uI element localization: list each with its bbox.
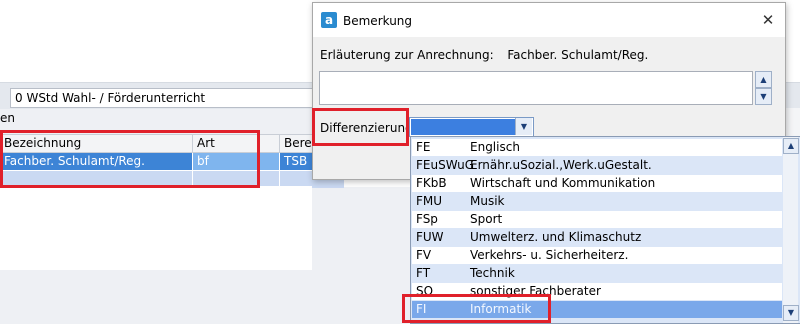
scroll-down-icon[interactable]: ▼ <box>783 305 799 321</box>
dropdown-scrollbar[interactable]: ▲ ▼ <box>783 137 799 323</box>
grid-empty-area <box>0 186 312 270</box>
list-item[interactable]: FT Technik <box>412 265 782 282</box>
grid-cell-bezeichnung[interactable]: Fachber. Schulamt/Reg. <box>0 153 192 170</box>
app-logo-icon: a <box>321 12 337 28</box>
dialog-title: Bemerkung <box>343 14 413 28</box>
hint-label: Erläuterung zur Anrechnung: Fachber. Sch… <box>320 47 648 63</box>
close-icon[interactable]: ✕ <box>757 9 779 31</box>
chevron-down-icon[interactable]: ▼ <box>515 118 532 135</box>
list-item[interactable]: FSp Sport <box>412 211 782 228</box>
list-item-selected[interactable]: FI Informatik <box>412 301 782 318</box>
bemerkung-textarea[interactable] <box>319 71 753 105</box>
column-header-bezeichnung[interactable]: Bezeichnung <box>0 135 193 153</box>
list-item[interactable]: FV Verkehrs- u. Sicherheiterz. <box>412 247 782 264</box>
list-item[interactable]: FMU Musik <box>412 193 782 210</box>
scroll-up-icon[interactable]: ▲ <box>783 138 799 154</box>
differenzierung-combobox[interactable]: ▼ <box>409 117 534 137</box>
combobox-selection[interactable] <box>411 119 515 135</box>
grid-cell-art[interactable]: bf <box>193 153 279 170</box>
list-item[interactable]: FUW Umwelterz. und Klimaschutz <box>412 229 782 246</box>
list-item[interactable]: FKbB Wirtschaft und Kommunikation <box>412 175 782 192</box>
wstd-field[interactable]: 0 WStd Wahl- / Förderunterricht <box>10 88 316 108</box>
column-header-art[interactable]: Art <box>193 135 280 153</box>
differenzierung-label: Differenzierung <box>320 121 413 135</box>
scroll-down-icon[interactable]: ▼ <box>755 88 772 105</box>
differenzierung-dropdown-list[interactable]: FE Englisch FEuSWuG Ernähr.uSozial.,Werk.u… <box>410 136 800 324</box>
list-item[interactable]: FEuSWuG Ernähr.uSozial.,Werk.uGestalt. <box>412 157 782 174</box>
section-label: en <box>0 111 15 125</box>
scroll-up-icon[interactable]: ▲ <box>755 71 772 88</box>
list-item[interactable]: FE Englisch <box>412 139 782 156</box>
list-item[interactable]: SO sonstiger Fachberater <box>412 283 782 300</box>
hint-value: Fachber. Schulamt/Reg. <box>507 48 649 62</box>
textarea-scrollbar[interactable]: ▲ ▼ <box>755 71 772 105</box>
hint-label-text: Erläuterung zur Anrechnung: <box>320 48 494 62</box>
